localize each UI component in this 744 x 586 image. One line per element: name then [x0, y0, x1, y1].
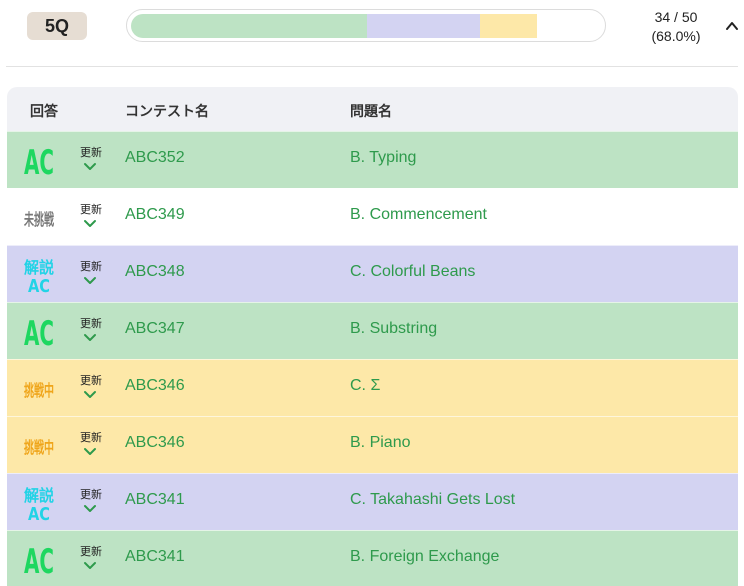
chevron-down-icon[interactable] — [83, 561, 97, 571]
problem-link[interactable]: B. Substring — [350, 320, 437, 338]
status-mark: 未挑戦 — [23, 210, 54, 229]
update-button[interactable]: 更新 — [77, 144, 105, 160]
progress-segment — [367, 14, 481, 38]
contest-link[interactable]: ABC349 — [125, 206, 185, 224]
chevron-down-icon[interactable] — [83, 162, 97, 172]
contest-link[interactable]: ABC352 — [125, 149, 185, 167]
chevron-down-icon[interactable] — [83, 333, 97, 343]
svg-text:AC: AC — [24, 314, 54, 354]
svg-text:未挑戦: 未挑戦 — [23, 210, 54, 229]
table-row: 解説 AC 更新 ABC348 C. Colorful Beans — [7, 245, 738, 302]
problem-link[interactable]: B. Typing — [350, 149, 416, 167]
svg-text:解説: 解説 — [24, 258, 54, 277]
svg-text:AC: AC — [28, 504, 50, 525]
update-button[interactable]: 更新 — [77, 258, 105, 274]
status-mark: AC — [24, 143, 54, 183]
svg-text:挑戦中: 挑戦中 — [24, 438, 54, 457]
column-header-problem: 問題名 — [350, 103, 392, 119]
contest-link[interactable]: ABC346 — [125, 377, 185, 395]
problem-link[interactable]: B. Foreign Exchange — [350, 548, 499, 566]
svg-text:解説: 解説 — [24, 486, 54, 505]
contest-link[interactable]: ABC346 — [125, 434, 185, 452]
update-button[interactable]: 更新 — [77, 315, 105, 331]
svg-text:AC: AC — [24, 143, 54, 183]
problem-table: 回答 コンテスト名 問題名 AC 更新 ABC352 B. Typing 未挑戦 更新 AB… — [7, 87, 738, 586]
contest-link[interactable]: ABC348 — [125, 263, 185, 281]
status-mark: 解説AC — [24, 258, 54, 297]
table-row: AC 更新 ABC347 B. Substring — [7, 302, 738, 359]
update-button[interactable]: 更新 — [77, 543, 105, 559]
problem-link[interactable]: C. Colorful Beans — [350, 263, 475, 281]
column-header-status: 回答 — [30, 103, 58, 119]
progress-bar — [126, 9, 606, 42]
chevron-down-icon[interactable] — [83, 219, 97, 229]
status-mark: AC — [24, 542, 54, 582]
contest-link[interactable]: ABC341 — [125, 491, 185, 509]
status-mark: 挑戦中 — [24, 381, 54, 400]
level-badge: 5Q — [27, 12, 87, 40]
progress-segment — [131, 14, 367, 38]
status-mark: 解説AC — [24, 486, 54, 525]
chevron-down-icon[interactable] — [83, 504, 97, 514]
divider — [6, 66, 738, 67]
table-row: 解説 AC 更新 ABC341 C. Takahashi Gets Lost — [7, 473, 738, 530]
svg-text:挑戦中: 挑戦中 — [24, 381, 54, 400]
progress-count: 34 / 50 — [654, 9, 698, 25]
update-button[interactable]: 更新 — [77, 201, 105, 217]
progress-percent: (68.0%) — [651, 28, 701, 44]
problem-link[interactable]: B. Piano — [350, 434, 410, 452]
table-row: 未挑戦 更新 ABC349 B. Commencement — [7, 188, 738, 245]
table-body: AC 更新 ABC352 B. Typing 未挑戦 更新 ABC349 B. Commenc… — [7, 131, 738, 586]
table-header: 回答 コンテスト名 問題名 — [7, 87, 738, 131]
table-row: 挑戦中 更新 ABC346 B. Piano — [7, 416, 738, 473]
contest-link[interactable]: ABC347 — [125, 320, 185, 338]
svg-text:AC: AC — [24, 542, 54, 582]
problem-link[interactable]: B. Commencement — [350, 206, 487, 224]
column-header-contest: コンテスト名 — [125, 103, 209, 119]
chevron-down-icon[interactable] — [83, 276, 97, 286]
chevron-up-icon[interactable] — [723, 17, 741, 35]
update-button[interactable]: 更新 — [77, 372, 105, 388]
contest-link[interactable]: ABC341 — [125, 548, 185, 566]
table-row: AC 更新 ABC352 B. Typing — [7, 131, 738, 188]
problem-link[interactable]: C. Σ — [350, 377, 380, 395]
table-row: AC 更新 ABC341 B. Foreign Exchange — [7, 530, 738, 586]
update-button[interactable]: 更新 — [77, 486, 105, 502]
table-row: 挑戦中 更新 ABC346 C. Σ — [7, 359, 738, 416]
status-mark: 挑戦中 — [24, 438, 54, 457]
progress-text: 34 / 50 (68.0%) — [640, 8, 712, 46]
chevron-down-icon[interactable] — [83, 390, 97, 400]
svg-text:AC: AC — [28, 276, 50, 297]
update-button[interactable]: 更新 — [77, 429, 105, 445]
chevron-down-icon[interactable] — [83, 447, 97, 457]
problem-link[interactable]: C. Takahashi Gets Lost — [350, 491, 515, 509]
status-mark: AC — [24, 314, 54, 354]
summary-header: 5Q 34 / 50 (68.0%) — [0, 0, 744, 66]
progress-segment — [480, 14, 537, 38]
